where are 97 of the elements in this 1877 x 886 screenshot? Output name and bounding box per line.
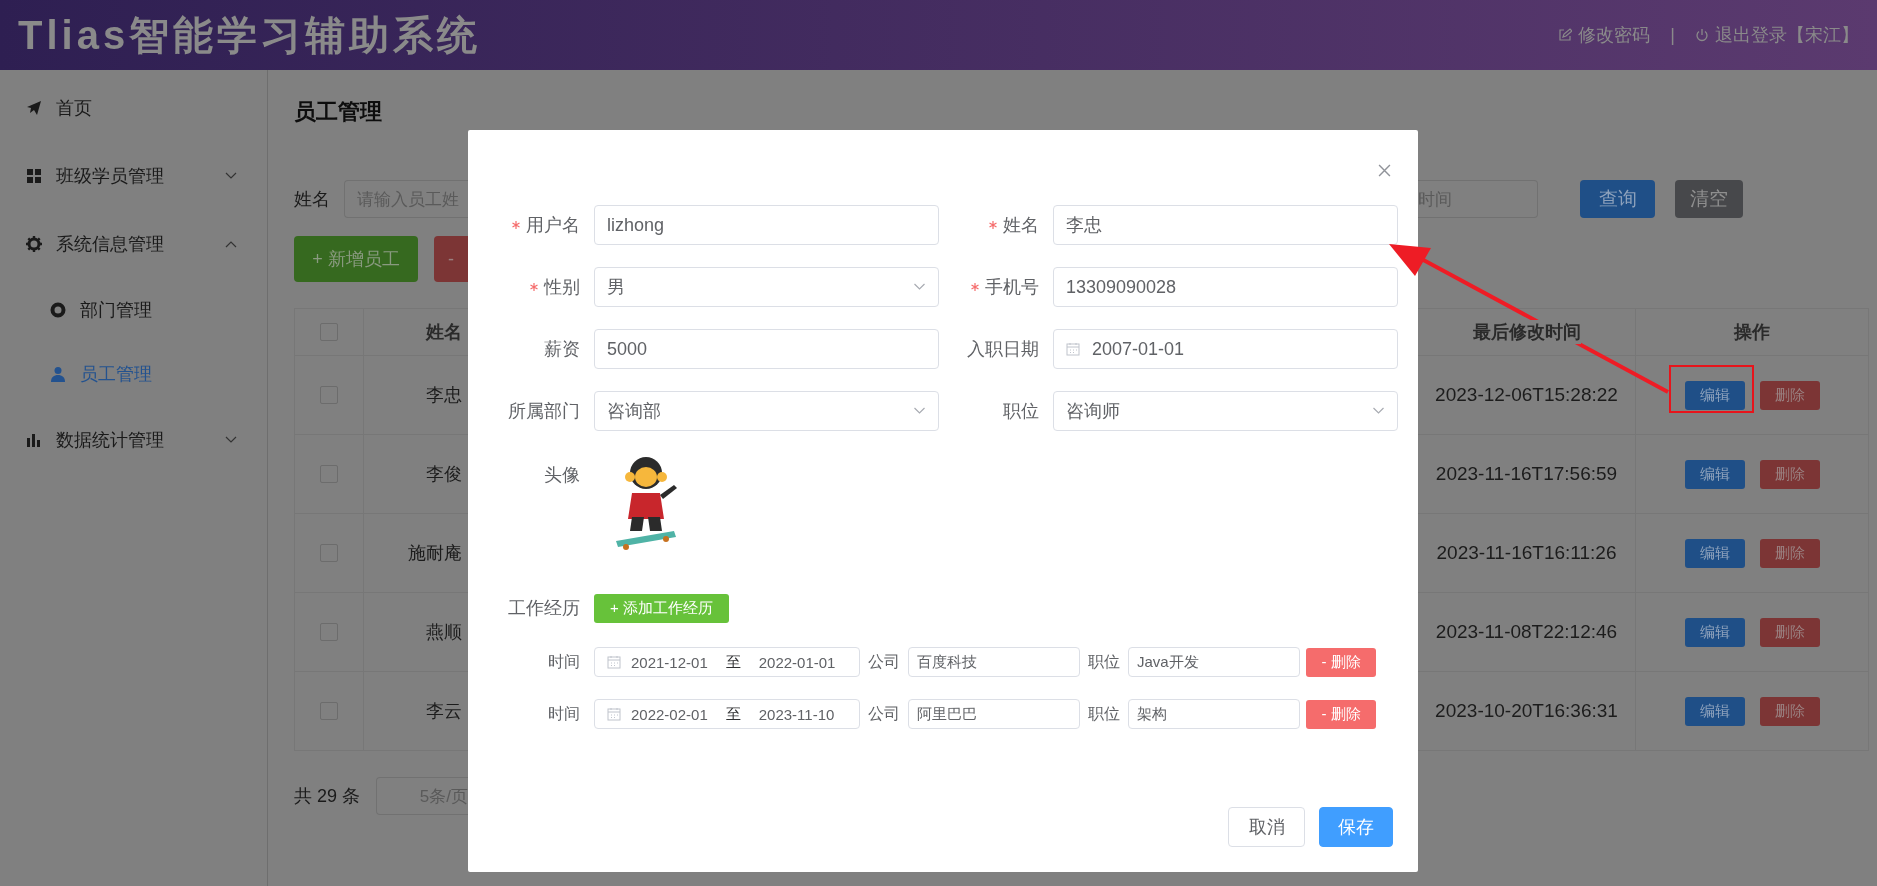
power-icon [1695, 28, 1709, 42]
table-cell-text: 李忠 [426, 384, 462, 407]
table-cell-text: 施耐庵 [408, 542, 462, 565]
delete-button[interactable]: 删除 [1759, 617, 1820, 647]
column-header: 最后修改时间 [1472, 320, 1581, 344]
select-field[interactable]: 男 [594, 267, 939, 307]
field-label: 性别 [480, 267, 580, 307]
input-field[interactable]: 13309090028 [1053, 267, 1398, 307]
input-field[interactable]: 5000 [594, 329, 939, 369]
calendar-icon [607, 655, 621, 669]
field-label: 公司 [868, 703, 900, 724]
field-label: 姓名 [953, 205, 1039, 245]
calendar-icon [607, 707, 621, 721]
field-label: 入职日期 [966, 338, 1039, 361]
delete-button[interactable]: 删除 [1759, 538, 1820, 568]
table-cell: 2023-10-20T16:36:31 [1435, 700, 1618, 722]
section-label: 工作经历 [507, 597, 580, 620]
clear-button[interactable]: 清空 [1675, 180, 1743, 218]
add-employee-button[interactable]: + 新增员工 [294, 236, 418, 282]
change-password-link[interactable]: 修改密码 [1558, 23, 1651, 47]
menu-item[interactable]: 首页 [0, 74, 267, 142]
table-cell: 2023-11-08T22:12:46 [1435, 621, 1618, 643]
save-button[interactable]: 保存 [1319, 807, 1393, 847]
app-title: Tlias智能学习辅助系统 [18, 11, 482, 59]
field-label: 职位 [1088, 651, 1120, 672]
search-label: 姓名 [294, 188, 330, 211]
field-label: 头像 [543, 464, 580, 487]
gear-icon [26, 236, 42, 252]
chevron-down-icon [1372, 407, 1385, 415]
field-label: 时间 [547, 651, 580, 672]
chevron-down-icon [225, 436, 237, 444]
date-range-field[interactable]: 2021-12-01 至 2022-01-01 [594, 647, 860, 677]
field-label: 职位 [1088, 703, 1120, 724]
required-icon [530, 283, 538, 291]
separator: | [1670, 24, 1675, 46]
submenu-item[interactable]: 员工管理 [0, 342, 267, 406]
required-icon [989, 221, 997, 229]
edit-button[interactable]: 编辑 [1684, 459, 1745, 489]
table-cell-text: 燕顺 [426, 621, 462, 644]
close-icon[interactable] [1378, 164, 1391, 177]
delete-button[interactable]: 删除 [1759, 459, 1820, 489]
column-header: 姓名 [426, 320, 462, 344]
delete-button[interactable]: 删除 [1759, 380, 1820, 410]
field-label: 时间 [547, 703, 580, 724]
bar-chart-icon [26, 432, 42, 448]
column-header: 操作 [1734, 320, 1770, 344]
edit-button[interactable]: 编辑 [1684, 538, 1745, 568]
delete-button[interactable]: - 删除 [1306, 647, 1376, 677]
table-cell: 2023-12-06T15:28:22 [1435, 384, 1618, 406]
table-cell: 2023-11-16T17:56:59 [1435, 463, 1618, 485]
chevron-up-icon [225, 240, 237, 248]
menu-item[interactable]: 班级学员管理 [0, 142, 267, 210]
page-title: 员工管理 [294, 98, 383, 126]
delete-button[interactable]: 删除 [1759, 696, 1820, 726]
total-count: 共 29 条 [294, 785, 361, 808]
edit-icon [1558, 28, 1573, 42]
input-field[interactable]: 架构 [1128, 699, 1300, 729]
menu-item[interactable]: 系统信息管理 [0, 210, 267, 278]
table-cell: 2023-11-16T16:11:26 [1436, 542, 1617, 564]
submenu-item[interactable]: 部门管理 [0, 278, 267, 342]
table-cell-text: 李俊 [426, 463, 462, 486]
field-label: 所属部门 [507, 400, 580, 423]
required-icon [971, 283, 979, 291]
date-field[interactable]: 2007-01-01 [1053, 329, 1398, 369]
date-range-field[interactable]: 2022-02-01 至 2023-11-10 [594, 699, 860, 729]
chevron-down-icon [913, 283, 926, 291]
input-field[interactable]: 阿里巴巴 [908, 699, 1080, 729]
person-icon [50, 366, 66, 382]
field-label: 手机号 [953, 267, 1039, 307]
input-field[interactable]: 百度科技 [908, 647, 1080, 677]
menu-item[interactable]: 数据统计管理 [0, 406, 267, 474]
grid-icon [26, 168, 42, 184]
cancel-button[interactable]: 取消 [1228, 807, 1305, 847]
chevron-down-icon [913, 407, 926, 415]
paper-plane-icon [26, 100, 42, 116]
select-field[interactable]: 咨询部 [594, 391, 939, 431]
edit-button[interactable]: 编辑 [1684, 696, 1745, 726]
add-experience-button[interactable]: + 添加工作经历 [594, 593, 729, 623]
table-cell-text: 李云 [426, 700, 462, 723]
input-field[interactable]: 李忠 [1053, 205, 1398, 245]
select-field[interactable]: 咨询师 [1053, 391, 1398, 431]
edit-button[interactable]: 编辑 [1684, 617, 1745, 647]
ring-icon [50, 302, 66, 318]
query-button[interactable]: 查询 [1580, 180, 1655, 218]
logout-link[interactable]: 退出登录【宋江】 [1695, 23, 1859, 47]
chevron-down-icon [225, 172, 237, 180]
field-label: 用户名 [480, 205, 580, 245]
field-label: 薪资 [543, 338, 580, 361]
input-field[interactable]: lizhong [594, 205, 939, 245]
edit-button[interactable]: 编辑 [1684, 380, 1745, 410]
delete-button[interactable]: - 删除 [1306, 699, 1376, 729]
input-field[interactable]: Java开发 [1128, 647, 1300, 677]
batch-delete-button[interactable]: - [434, 236, 468, 282]
calendar-icon [1066, 342, 1080, 356]
required-icon [512, 221, 520, 229]
field-label: 公司 [868, 651, 900, 672]
field-label: 职位 [1002, 400, 1039, 423]
